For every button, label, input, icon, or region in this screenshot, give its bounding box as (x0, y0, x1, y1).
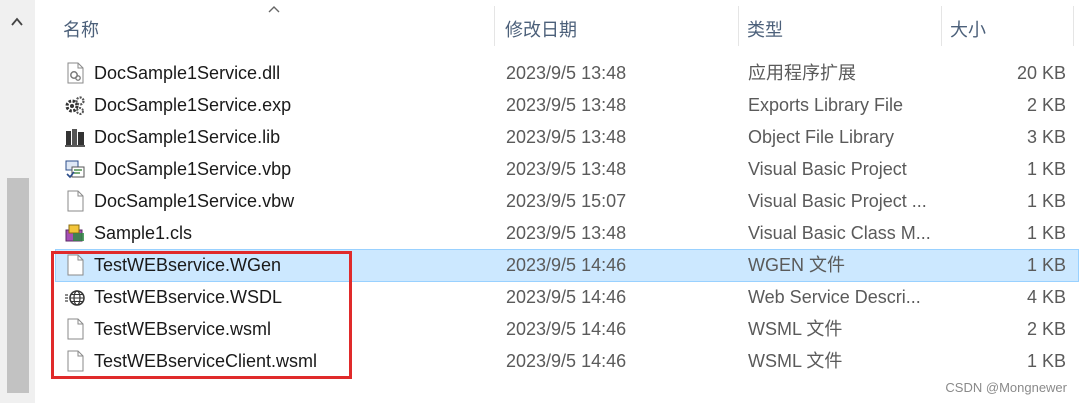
file-modified-date: 2023/9/5 13:48 (506, 95, 627, 115)
watermark: CSDN @Mongnewer (945, 380, 1067, 395)
column-header-date[interactable]: 修改日期 (505, 0, 725, 48)
file-type: WSML 文件 (748, 351, 843, 371)
file-size: 2 KB (1026, 319, 1066, 339)
file-size: 1 KB (1026, 255, 1066, 275)
column-header-name[interactable]: 名称 (63, 0, 483, 48)
file-row[interactable]: DocSample1Service.lib 2023/9/5 13:48 Objec… (56, 122, 1078, 153)
file-modified-date: 2023/9/5 13:48 (506, 159, 627, 179)
file-name: DocSample1Service.vbp (94, 159, 292, 179)
vb-class-icon (65, 224, 84, 242)
file-size: 1 KB (1026, 223, 1066, 243)
file-row[interactable]: Sample1.cls 2023/9/5 13:48 Visual Basic Cl… (56, 218, 1078, 249)
exp-file-icon (65, 96, 85, 115)
lib-file-icon (65, 129, 85, 147)
file-name: DocSample1Service.dll (94, 63, 281, 83)
file-row[interactable]: DocSample1Service.vbw 2023/9/5 15:07 Visua… (56, 186, 1078, 217)
vb-project-icon (65, 160, 85, 179)
file-modified-date: 2023/9/5 14:46 (506, 287, 627, 307)
scroll-up-arrow-icon[interactable] (9, 14, 25, 30)
file-type: Object File Library (748, 127, 895, 147)
file-modified-date: 2023/9/5 13:48 (506, 63, 627, 83)
file-row[interactable]: DocSample1Service.vbp 2023/9/5 13:48 Visua… (56, 154, 1078, 185)
file-modified-date: 2023/9/5 14:46 (506, 255, 627, 275)
column-divider[interactable] (1073, 6, 1074, 46)
blank-file-icon (67, 190, 84, 212)
file-row[interactable]: DocSample1Service.exp 2023/9/5 13:48 Expor… (56, 90, 1078, 121)
file-type: Web Service Descri... (748, 287, 921, 307)
file-size: 1 KB (1026, 351, 1066, 371)
file-modified-date: 2023/9/5 13:48 (506, 223, 627, 243)
file-type: Visual Basic Project ... (748, 191, 927, 211)
file-size: 1 KB (1026, 191, 1066, 211)
file-size: 1 KB (1026, 159, 1066, 179)
file-row[interactable]: DocSample1Service.dll 2023/9/5 13:48 应用程序扩… (56, 58, 1078, 89)
file-name: DocSample1Service.exp (94, 95, 292, 115)
column-header-type[interactable]: 类型 (747, 0, 937, 48)
file-name: DocSample1Service.vbw (94, 191, 295, 211)
file-size: 20 KB (1016, 63, 1066, 83)
file-type: Visual Basic Class M... (748, 223, 931, 243)
file-modified-date: 2023/9/5 14:46 (506, 319, 627, 339)
column-header-bar: 名称 修改日期 类型 大小 (35, 0, 1081, 48)
column-header-size[interactable]: 大小 (950, 0, 1070, 48)
file-modified-date: 2023/9/5 13:48 (506, 127, 627, 147)
file-type: 应用程序扩展 (748, 63, 856, 83)
file-type: WGEN 文件 (748, 255, 845, 275)
file-type: Exports Library File (748, 95, 904, 115)
column-divider[interactable] (941, 6, 942, 46)
red-highlight-box (51, 251, 352, 379)
file-type: WSML 文件 (748, 319, 843, 339)
column-divider[interactable] (494, 6, 495, 46)
column-divider[interactable] (738, 6, 739, 46)
vertical-scrollbar[interactable] (0, 0, 35, 403)
dll-file-icon (67, 62, 84, 84)
file-modified-date: 2023/9/5 14:46 (506, 351, 627, 371)
file-name: DocSample1Service.lib (94, 127, 281, 147)
file-type: Visual Basic Project (748, 159, 907, 179)
file-modified-date: 2023/9/5 15:07 (506, 191, 627, 211)
file-size: 4 KB (1026, 287, 1066, 307)
file-size: 3 KB (1026, 127, 1066, 147)
scrollbar-thumb[interactable] (7, 178, 29, 393)
file-size: 2 KB (1026, 95, 1066, 115)
file-name: Sample1.cls (94, 223, 193, 243)
